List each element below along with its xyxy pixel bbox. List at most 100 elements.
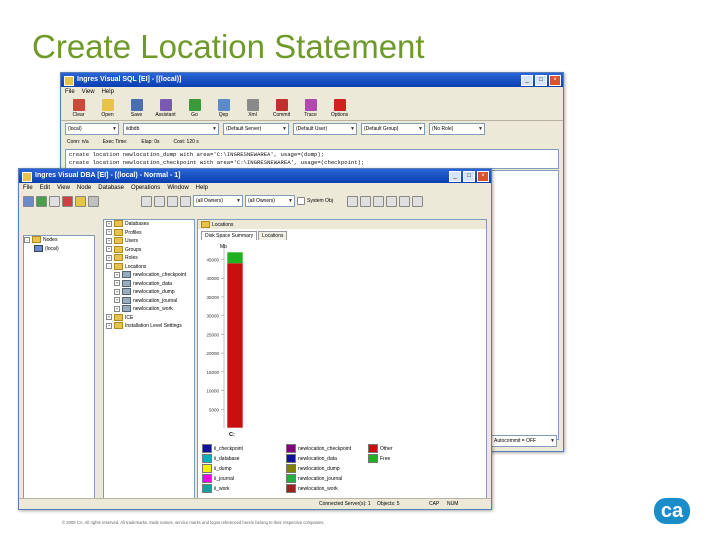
tree-row[interactable]: + newlocation_journal [104,296,194,306]
expand-toggle-icon[interactable]: + [106,237,112,244]
legend-item: ii_work [202,484,230,493]
owner-combo-b[interactable]: (all Owners) [245,195,295,207]
tool-icon[interactable] [372,195,384,207]
tool-icon[interactable] [398,195,410,207]
menu-edit[interactable]: Edit [40,183,50,193]
tree-row[interactable]: + Profiles [104,228,194,238]
alter-icon[interactable] [154,195,165,207]
tree-row[interactable]: + newlocation_checkpoint [104,271,194,280]
server-combo[interactable]: (Default Server) [223,123,289,135]
tree-row[interactable]: + ICE [104,313,194,323]
menu-help[interactable]: Help [102,87,114,97]
y-tick-label: 5000 [209,407,220,412]
user-combo[interactable]: (Default User) [293,123,357,135]
toolbar-options-button[interactable]: Options [326,99,353,118]
maximize-button[interactable]: □ [463,171,475,182]
node-combo[interactable]: (local) [65,123,119,135]
expand-toggle-icon[interactable]: + [106,314,112,321]
toolbar-open-button[interactable]: Open [94,99,121,118]
window-icon[interactable] [49,195,60,207]
tree-row[interactable]: + Users [104,237,194,246]
tree-row[interactable]: + Databases [104,220,194,229]
computer-icon [34,244,43,252]
menu-operations[interactable]: Operations [131,183,160,193]
tree-row[interactable]: + newlocation_data [104,279,194,289]
menu-file[interactable]: File [65,87,75,97]
tool-icon[interactable] [359,195,371,207]
expand-toggle-icon[interactable]: + [114,305,120,312]
tree-row[interactable]: - Nodes [24,236,94,245]
toolbar-trace-button[interactable]: Trace [297,99,324,118]
nodes-tree[interactable]: - Nodes (local) [23,235,95,499]
close-button[interactable]: × [477,171,489,182]
group-combo[interactable]: (Default Group) [361,123,425,135]
legend-item: newlocation_data [286,454,337,463]
disk-space-chart: Mb 45000 40000 35000 30000 25000 20000 15000 100… [206,244,244,438]
dba-titlebar[interactable]: Ingres Visual DBA [EI] - [(local) - Norm… [19,169,491,183]
toolbar-clear-button[interactable]: Clear [65,99,92,118]
maximize-button[interactable]: □ [535,75,547,86]
expand-toggle-icon[interactable]: + [106,322,112,329]
owner-combo-a[interactable]: (all Owners) [193,195,243,207]
menu-view[interactable]: View [82,87,95,97]
menu-view[interactable]: View [57,183,70,193]
tree-row[interactable]: + Roles [104,254,194,263]
disconnect-icon[interactable] [62,195,73,207]
node-icon[interactable] [23,195,34,207]
toolbar-qep-button[interactable]: Qep [210,99,237,118]
refresh-icon[interactable] [180,195,191,207]
num-indicator: NUM [447,501,459,507]
folder-icon[interactable] [75,195,86,207]
database-objects-tree[interactable]: + Databases + Profiles + Users + Groups + Roles - L… [103,219,195,499]
xml-icon [246,99,259,111]
expand-toggle-icon[interactable]: + [114,271,120,278]
add-icon[interactable] [141,195,152,207]
disk-icon [130,99,143,111]
tree-row[interactable]: (local) [24,244,94,254]
menu-window[interactable]: Window [167,183,188,193]
properties-icon[interactable] [88,195,99,207]
y-tick-label: 25000 [206,332,219,337]
tool-icon[interactable] [385,195,397,207]
tool-icon[interactable] [346,195,358,207]
close-button[interactable]: × [549,75,561,86]
tool-icon[interactable] [411,195,423,207]
toolbar-assistant-button[interactable]: Assistant [152,99,179,118]
expand-toggle-icon[interactable]: + [106,229,112,236]
expand-toggle-icon[interactable]: - [106,263,112,270]
menu-database[interactable]: Database [98,183,124,193]
autocommit-combo[interactable]: Autocommit = OFF [491,435,557,447]
database-combo[interactable]: iidbdb [123,123,219,135]
role-combo[interactable]: (No Role) [429,123,485,135]
toolbar-commit-button[interactable]: Commit [268,99,295,118]
drop-icon[interactable] [167,195,178,207]
sql-editor[interactable]: create location newlocation_dump with ar… [65,149,559,169]
expand-toggle-icon[interactable]: + [114,280,120,287]
menu-file[interactable]: File [23,183,33,193]
expand-toggle-icon[interactable]: + [114,297,120,304]
tree-row[interactable]: + Groups [104,245,194,255]
menu-node[interactable]: Node [77,183,91,193]
toolbar-go-button[interactable]: Go [181,99,208,118]
sql-titlebar[interactable]: Ingres Visual SQL [EI] - [(local)] _ □ × [61,73,563,87]
expand-toggle-icon[interactable]: + [106,220,112,227]
expand-toggle-icon[interactable]: + [114,288,120,295]
toolbar-xml-button[interactable]: Xml [239,99,266,118]
minimize-button[interactable]: _ [449,171,461,182]
connect-icon[interactable] [36,195,47,207]
tree-row[interactable]: + Installation Level Settings [104,322,194,331]
tree-label: newlocation_checkpoint [133,272,187,278]
tree-row[interactable]: + newlocation_work [104,305,194,314]
expand-toggle-icon[interactable]: + [106,246,112,253]
legend-label: ii_journal [214,475,235,482]
system-obj-checkbox[interactable] [297,197,305,205]
menu-help[interactable]: Help [196,183,208,193]
minimize-button[interactable]: _ [521,75,533,86]
toolbar-save-button[interactable]: Save [123,99,150,118]
legend-swatch [202,464,212,473]
expand-toggle-icon[interactable]: + [106,254,112,261]
folder-icon [114,245,123,253]
tree-label: Roles [125,255,138,261]
tree-row[interactable]: + newlocation_dump [104,288,194,297]
tree-row[interactable]: - Locations [104,262,194,272]
